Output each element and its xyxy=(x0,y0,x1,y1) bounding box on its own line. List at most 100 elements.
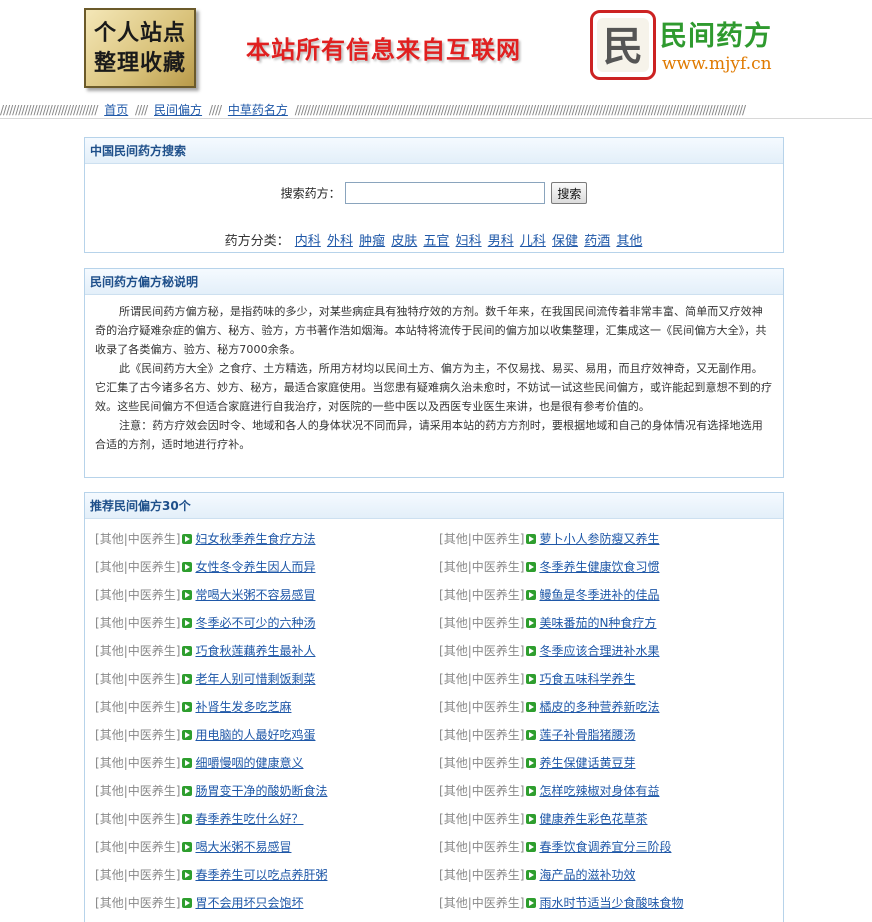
tag-other-link[interactable]: 其他 xyxy=(100,812,124,826)
tag-tcm-health-link[interactable]: 中医养生 xyxy=(472,644,520,658)
tag-tcm-health-link[interactable]: 中医养生 xyxy=(128,672,176,686)
remedy-link[interactable]: 春季养生可以吃点养肝粥 xyxy=(195,868,327,882)
tag-other-link[interactable]: 其他 xyxy=(100,532,124,546)
tag-other-link[interactable]: 其他 xyxy=(444,616,468,630)
tag-other-link[interactable]: 其他 xyxy=(100,560,124,574)
tag-tcm-health-link[interactable]: 中医养生 xyxy=(128,700,176,714)
remedy-link[interactable]: 健康养生彩色花草茶 xyxy=(539,812,647,826)
category-link-other[interactable]: 其他 xyxy=(616,234,642,249)
tag-tcm-health-link[interactable]: 中医养生 xyxy=(472,672,520,686)
tag-other-link[interactable]: 其他 xyxy=(100,588,124,602)
tag-other-link[interactable]: 其他 xyxy=(444,868,468,882)
remedy-link[interactable]: 冬季养生健康饮食习惯 xyxy=(539,560,659,574)
tag-tcm-health-link[interactable]: 中医养生 xyxy=(128,784,176,798)
tag-other-link[interactable]: 其他 xyxy=(444,588,468,602)
tag-other-link[interactable]: 其他 xyxy=(100,616,124,630)
tag-tcm-health-link[interactable]: 中医养生 xyxy=(472,756,520,770)
breadcrumb-home-link[interactable]: 首页 xyxy=(104,103,128,117)
breadcrumb-herbal-link[interactable]: 中草药名方 xyxy=(228,103,288,117)
tag-tcm-health-link[interactable]: 中医养生 xyxy=(128,644,176,658)
category-link-pediatrics[interactable]: 儿科 xyxy=(520,234,546,249)
remedy-link[interactable]: 雨水时节适当少食酸味食物 xyxy=(539,896,683,910)
tag-tcm-health-link[interactable]: 中医养生 xyxy=(128,840,176,854)
tag-tcm-health-link[interactable]: 中医养生 xyxy=(472,812,520,826)
remedy-link[interactable]: 海产品的滋补功效 xyxy=(539,868,635,882)
remedy-link[interactable]: 老年人别可惜剩饭剩菜 xyxy=(195,672,315,686)
tag-other-link[interactable]: 其他 xyxy=(100,728,124,742)
tag-other-link[interactable]: 其他 xyxy=(444,672,468,686)
tag-tcm-health-link[interactable]: 中医养生 xyxy=(472,868,520,882)
remedy-link[interactable]: 养生保健话黄豆芽 xyxy=(539,756,635,770)
tag-other-link[interactable]: 其他 xyxy=(444,644,468,658)
tag-tcm-health-link[interactable]: 中医养生 xyxy=(128,868,176,882)
remedy-link[interactable]: 女性冬令养生因人而异 xyxy=(195,560,315,574)
category-link-andrology[interactable]: 男科 xyxy=(488,234,514,249)
tag-tcm-health-link[interactable]: 中医养生 xyxy=(472,588,520,602)
remedy-link[interactable]: 细嚼慢咽的健康意义 xyxy=(195,756,303,770)
search-input[interactable] xyxy=(344,182,545,204)
tag-other-link[interactable]: 其他 xyxy=(100,672,124,686)
remedy-link[interactable]: 春季养生吃什么好？ xyxy=(195,812,303,826)
tag-tcm-health-link[interactable]: 中医养生 xyxy=(472,616,520,630)
remedy-link[interactable]: 用电脑的人最好吃鸡蛋 xyxy=(195,728,315,742)
remedy-link[interactable]: 冬季必不可少的六种汤 xyxy=(195,616,315,630)
site-logo-left[interactable]: 个人站点 整理收藏 xyxy=(84,8,196,88)
tag-other-link[interactable]: 其他 xyxy=(100,896,124,910)
remedy-link[interactable]: 萝卜小人参防瘦又养生 xyxy=(539,532,659,546)
category-link-medicinal-wine[interactable]: 药酒 xyxy=(584,234,610,249)
tag-other-link[interactable]: 其他 xyxy=(444,728,468,742)
tag-other-link[interactable]: 其他 xyxy=(100,700,124,714)
tag-other-link[interactable]: 其他 xyxy=(444,896,468,910)
tag-tcm-health-link[interactable]: 中医养生 xyxy=(128,896,176,910)
remedy-link[interactable]: 巧食秋莲藕养生最补人 xyxy=(195,644,315,658)
remedy-link[interactable]: 喝大米粥不易感冒 xyxy=(195,840,291,854)
tag-tcm-health-link[interactable]: 中医养生 xyxy=(128,616,176,630)
remedy-link[interactable]: 冬季应该合理进补水果 xyxy=(539,644,659,658)
tag-tcm-health-link[interactable]: 中医养生 xyxy=(128,812,176,826)
tag-other-link[interactable]: 其他 xyxy=(100,868,124,882)
tag-other-link[interactable]: 其他 xyxy=(100,756,124,770)
tag-other-link[interactable]: 其他 xyxy=(444,532,468,546)
remedy-link[interactable]: 肠胃变干净的酸奶断食法 xyxy=(195,784,327,798)
remedy-link[interactable]: 巧食五味科学养生 xyxy=(539,672,635,686)
tag-tcm-health-link[interactable]: 中医养生 xyxy=(472,784,520,798)
tag-other-link[interactable]: 其他 xyxy=(444,756,468,770)
category-link-internal[interactable]: 内科 xyxy=(295,234,321,249)
tag-tcm-health-link[interactable]: 中医养生 xyxy=(128,588,176,602)
tag-other-link[interactable]: 其他 xyxy=(100,784,124,798)
tag-other-link[interactable]: 其他 xyxy=(444,812,468,826)
remedy-link[interactable]: 妇女秋季养生食疗方法 xyxy=(195,532,315,546)
tag-tcm-health-link[interactable]: 中医养生 xyxy=(472,700,520,714)
category-link-gynecology[interactable]: 妇科 xyxy=(456,234,482,249)
tag-tcm-health-link[interactable]: 中医养生 xyxy=(472,896,520,910)
remedy-link[interactable]: 橘皮的多种营养新吃法 xyxy=(539,700,659,714)
tag-tcm-health-link[interactable]: 中医养生 xyxy=(472,560,520,574)
search-button[interactable]: 搜索 xyxy=(551,182,588,204)
category-link-health[interactable]: 保健 xyxy=(552,234,578,249)
category-link-surgery[interactable]: 外科 xyxy=(327,234,353,249)
category-link-ent[interactable]: 五官 xyxy=(423,234,449,249)
remedy-link[interactable]: 鳗鱼是冬季进补的佳品 xyxy=(539,588,659,602)
remedy-link[interactable]: 常喝大米粥不容易感冒 xyxy=(195,588,315,602)
category-link-tumor[interactable]: 肿瘤 xyxy=(359,234,385,249)
remedy-link[interactable]: 美味番茄的N种食疗方 xyxy=(539,616,656,630)
tag-tcm-health-link[interactable]: 中医养生 xyxy=(128,756,176,770)
tag-tcm-health-link[interactable]: 中医养生 xyxy=(472,532,520,546)
remedy-link[interactable]: 胃不会用坏只会饱坏 xyxy=(195,896,303,910)
remedy-link[interactable]: 怎样吃辣椒对身体有益 xyxy=(539,784,659,798)
remedy-link[interactable]: 春季饮食调养宜分三阶段 xyxy=(539,840,671,854)
tag-tcm-health-link[interactable]: 中医养生 xyxy=(128,560,176,574)
site-logo-right[interactable]: 民 xyxy=(590,10,656,80)
tag-other-link[interactable]: 其他 xyxy=(444,784,468,798)
tag-other-link[interactable]: 其他 xyxy=(444,560,468,574)
remedy-link[interactable]: 补肾生发多吃芝麻 xyxy=(195,700,291,714)
tag-tcm-health-link[interactable]: 中医养生 xyxy=(472,728,520,742)
tag-other-link[interactable]: 其他 xyxy=(100,644,124,658)
remedy-link[interactable]: 莲子补骨脂猪腰汤 xyxy=(539,728,635,742)
category-link-skin[interactable]: 皮肤 xyxy=(391,234,417,249)
tag-other-link[interactable]: 其他 xyxy=(444,840,468,854)
breadcrumb-folk-remedy-link[interactable]: 民间偏方 xyxy=(154,103,202,117)
tag-other-link[interactable]: 其他 xyxy=(444,700,468,714)
tag-tcm-health-link[interactable]: 中医养生 xyxy=(128,532,176,546)
tag-tcm-health-link[interactable]: 中医养生 xyxy=(472,840,520,854)
